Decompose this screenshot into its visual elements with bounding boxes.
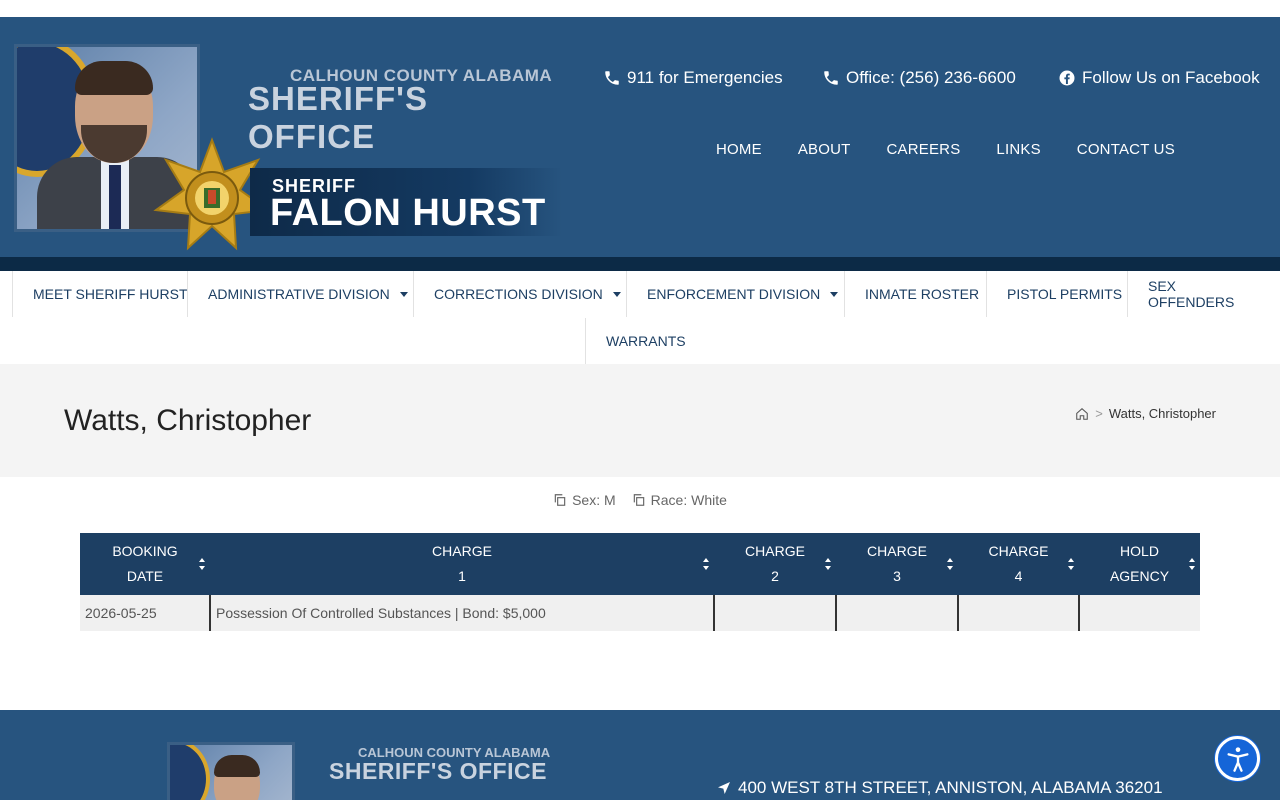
race-text: Race: White	[650, 492, 727, 508]
copy-icon	[633, 494, 644, 506]
cell-hold-agency	[1078, 595, 1200, 631]
site-header: CALHOUN COUNTY ALABAMA SHERIFF'S OFFICE …	[0, 17, 1280, 257]
cell-charge-1: Possession Of Controlled Substances | Bo…	[209, 595, 714, 631]
col-booking-date[interactable]: BOOKING DATE	[80, 533, 210, 595]
office-phone-contact[interactable]: Office: (256) 236-6600	[822, 68, 1016, 88]
menu-label: CORRECTIONS DIVISION	[434, 286, 603, 302]
sort-icon	[1189, 558, 1195, 570]
footer-office-title: SHERIFF'S OFFICE	[329, 758, 547, 784]
menu-meet-sheriff[interactable]: MEET SHERIFF HURST	[12, 271, 208, 317]
menu-label: MEET SHERIFF HURST	[33, 286, 188, 302]
col-charge-4[interactable]: CHARGE 4	[958, 533, 1079, 595]
cell-charge-4	[957, 595, 1079, 631]
nav-about[interactable]: ABOUT	[798, 141, 851, 158]
page-title-bar: Watts, Christopher > Watts, Christopher	[0, 364, 1280, 477]
menu-warrants[interactable]: WARRANTS	[585, 318, 706, 364]
facebook-icon	[1059, 70, 1075, 86]
sort-icon	[947, 558, 953, 570]
table-header-row: BOOKING DATE CHARGE 1 CHARGE 2 CHARGE 3 CHAR…	[80, 533, 1200, 595]
cell-charge-3	[835, 595, 958, 631]
nav-home[interactable]: HOME	[716, 141, 762, 158]
menu-label: SEX OFFENDERS	[1148, 278, 1235, 310]
emergency-contact[interactable]: 911 for Emergencies	[603, 68, 783, 88]
cell-booking-date: 2026-05-25	[80, 595, 210, 631]
home-icon[interactable]	[1075, 407, 1089, 421]
page-title: Watts, Christopher	[64, 404, 312, 437]
booking-table: BOOKING DATE CHARGE 1 CHARGE 2 CHARGE 3 CHAR…	[80, 533, 1200, 631]
office-phone-text: Office: (256) 236-6600	[846, 68, 1016, 87]
nav-links[interactable]: LINKS	[996, 141, 1040, 158]
footer-logo[interactable]	[167, 742, 295, 800]
race-info: Race: White	[632, 492, 727, 508]
nav-careers[interactable]: CAREERS	[887, 141, 961, 158]
col-charge-3[interactable]: CHARGE 3	[836, 533, 958, 595]
facebook-link[interactable]: Follow Us on Facebook	[1058, 68, 1260, 88]
table-row: 2026-05-25 Possession Of Controlled Subs…	[80, 595, 1200, 631]
nav-contact-us[interactable]: CONTACT US	[1077, 141, 1175, 158]
sex-text: Sex: M	[572, 492, 616, 508]
site-logo[interactable]: CALHOUN COUNTY ALABAMA SHERIFF'S OFFICE …	[12, 44, 562, 264]
phone-icon	[824, 71, 838, 85]
main-menu: MEET SHERIFF HURST ADMINISTRATIVE DIVISI…	[0, 271, 1280, 364]
menu-label: ADMINISTRATIVE DIVISION	[208, 286, 390, 302]
site-footer: CALHOUN COUNTY ALABAMA SHERIFF'S OFFICE …	[0, 710, 1280, 800]
breadcrumb-separator: >	[1095, 406, 1103, 421]
col-hold-agency[interactable]: HOLD AGENCY	[1079, 533, 1200, 595]
sort-icon	[199, 558, 205, 570]
location-arrow-icon	[718, 782, 730, 794]
facebook-text: Follow Us on Facebook	[1082, 68, 1260, 87]
cell-charge-2	[713, 595, 836, 631]
menu-label: WARRANTS	[606, 333, 686, 349]
header-divider	[0, 257, 1280, 271]
footer-address[interactable]: 400 WEST 8TH STREET, ANNISTON, ALABAMA 3…	[716, 778, 1163, 798]
menu-enforcement-division[interactable]: ENFORCEMENT DIVISION	[626, 271, 858, 317]
phone-icon	[605, 71, 619, 85]
caret-down-icon	[830, 291, 839, 297]
sheriff-name: FALON HURST	[270, 192, 546, 234]
accessibility-button[interactable]	[1215, 736, 1260, 781]
menu-label: ENFORCEMENT DIVISION	[647, 286, 821, 302]
menu-sex-offenders[interactable]: SEX OFFENDERS	[1127, 271, 1280, 317]
caret-down-icon	[612, 291, 621, 297]
menu-label: PISTOL PERMITS	[1007, 286, 1123, 302]
office-title: SHERIFF'S OFFICE	[248, 80, 429, 155]
menu-inmate-roster[interactable]: INMATE ROSTER	[844, 271, 999, 317]
address-text: 400 WEST 8TH STREET, ANNISTON, ALABAMA 3…	[738, 778, 1163, 797]
top-nav: HOME ABOUT CAREERS LINKS CONTACT US	[716, 141, 1175, 158]
menu-label: INMATE ROSTER	[865, 286, 980, 302]
sort-icon	[1068, 558, 1074, 570]
menu-corrections-division[interactable]: CORRECTIONS DIVISION	[413, 271, 641, 317]
breadcrumb: > Watts, Christopher	[1075, 406, 1216, 421]
menu-pistol-permits[interactable]: PISTOL PERMITS	[986, 271, 1142, 317]
inmate-meta: Sex: M Race: White	[0, 492, 1280, 508]
caret-down-icon	[399, 291, 408, 297]
sex-info: Sex: M	[553, 492, 616, 508]
sort-icon	[825, 558, 831, 570]
breadcrumb-current: Watts, Christopher	[1108, 406, 1216, 421]
top-strip	[0, 0, 1280, 17]
sort-icon	[703, 558, 709, 570]
menu-administrative-division[interactable]: ADMINISTRATIVE DIVISION	[187, 271, 428, 317]
emergency-text: 911 for Emergencies	[627, 68, 783, 87]
copy-icon	[554, 494, 566, 506]
accessibility-icon	[1227, 746, 1248, 772]
col-charge-1[interactable]: CHARGE 1	[210, 533, 714, 595]
col-charge-2[interactable]: CHARGE 2	[714, 533, 836, 595]
